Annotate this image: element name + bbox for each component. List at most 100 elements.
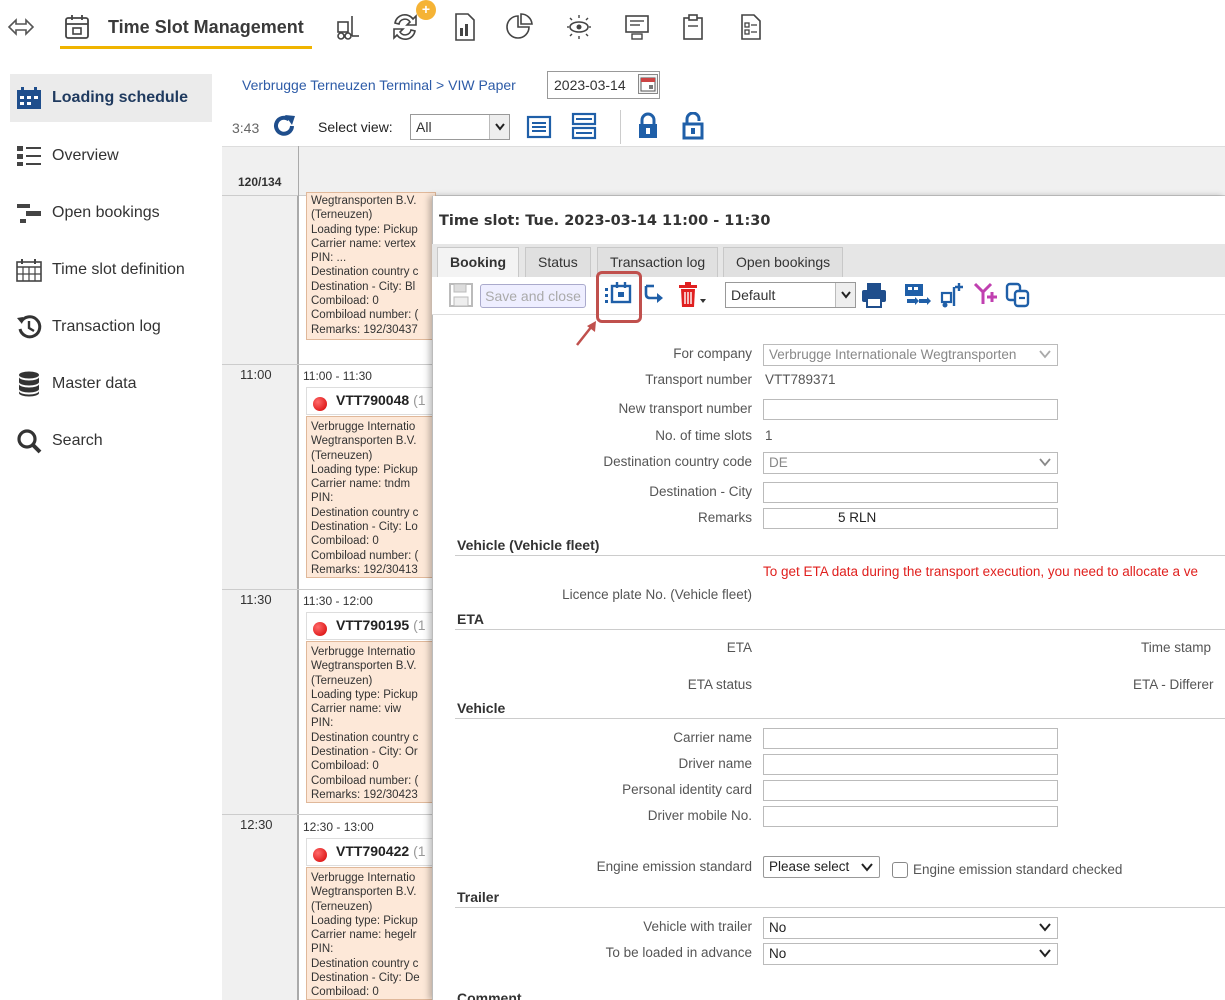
dispatch-icon[interactable]: [903, 281, 931, 309]
sidebar-item-transaction-log[interactable]: Transaction log: [10, 303, 212, 351]
for-company-label: For company: [673, 346, 752, 361]
forklift-add-icon[interactable]: [938, 281, 966, 309]
card-line: Carrier name: tndm: [311, 478, 411, 491]
time-label: 11:00: [240, 367, 272, 382]
sidebar-item-master-data[interactable]: Master data: [10, 360, 212, 408]
toolbar-divider: [620, 110, 621, 144]
row-divider: [222, 814, 432, 815]
engine-emission-label: Engine emission standard: [596, 859, 752, 874]
eta-section-title: ETA: [457, 611, 484, 627]
sidebar-item-open-bookings[interactable]: Open bookings: [10, 189, 212, 237]
forklift-icon[interactable]: [330, 10, 364, 44]
new-transport-number-label: New transport number: [618, 401, 752, 416]
list-icon: [14, 141, 44, 171]
card-line: PIN:: [311, 943, 334, 956]
delete-icon[interactable]: [676, 281, 708, 309]
chevron-down-icon: [1039, 947, 1051, 959]
copy-link-icon[interactable]: [1004, 281, 1032, 309]
sidebar-item-label: Time slot definition: [52, 261, 185, 278]
personal-id-card-input[interactable]: [763, 780, 1058, 801]
card-line: Destination - City: Bl: [311, 280, 416, 293]
loaded-in-advance-value: No: [769, 946, 787, 961]
eta-label: ETA: [726, 640, 752, 655]
destination-city-input[interactable]: [763, 482, 1058, 503]
card-line: Destination - City: Or: [311, 746, 418, 759]
carrier-name-input[interactable]: [763, 728, 1058, 749]
row-divider: [222, 364, 432, 365]
vehicle-with-trailer-value: No: [769, 920, 787, 935]
sidebar-item-loading-schedule[interactable]: Loading schedule: [10, 74, 212, 122]
unlock-icon[interactable]: [681, 112, 705, 140]
lock-icon[interactable]: [636, 112, 660, 140]
print-icon[interactable]: [860, 281, 888, 309]
booking-id[interactable]: VTT790048 (1: [336, 392, 426, 408]
refresh-icon[interactable]: [270, 112, 298, 140]
card-line: Wegtransporten B.V.: [311, 195, 417, 207]
booking-id[interactable]: VTT790422 (1: [336, 843, 426, 859]
engine-emission-select[interactable]: Please select: [763, 856, 880, 878]
card-line: Combiload: 0: [311, 535, 379, 548]
highlight-box: [596, 271, 642, 323]
sidebar-item-label: Overview: [52, 147, 119, 164]
driver-name-input[interactable]: [763, 754, 1058, 775]
loaded-in-advance-select[interactable]: No: [763, 943, 1058, 965]
breadcrumb[interactable]: Verbrugge Terneuzen Terminal > VIW Paper: [242, 77, 516, 93]
tab-open-bookings[interactable]: Open bookings: [723, 247, 844, 277]
card-line: Loading type: Pickup: [311, 914, 418, 927]
eta-warning-text: To get ETA data during the transport exe…: [763, 564, 1199, 579]
new-transport-number-input[interactable]: [763, 399, 1058, 420]
document-list-icon[interactable]: [734, 10, 768, 44]
driver-mobile-input[interactable]: [763, 806, 1058, 827]
save-and-close-button[interactable]: Save and close: [480, 284, 586, 308]
pie-chart-icon[interactable]: [502, 10, 536, 44]
monitor-eye-icon[interactable]: [562, 10, 596, 44]
status-dot-icon: [313, 848, 327, 862]
emission-checked-checkbox[interactable]: [892, 862, 908, 878]
card-line: (Terneuzen): [311, 209, 373, 222]
booking-id[interactable]: VTT790195 (1: [336, 617, 426, 633]
row-divider: [222, 589, 432, 590]
transport-number-value: VTT789371: [765, 372, 836, 387]
card-line: Carrier name: hegelr: [311, 929, 417, 942]
save-icon[interactable]: [448, 282, 474, 308]
slot-range[interactable]: 12:30 - 13:00: [303, 820, 374, 834]
history-icon: [14, 312, 44, 342]
clipboard-icon[interactable]: [676, 10, 710, 44]
refresh-timer: 3:43: [232, 120, 260, 136]
layout-select-value: Default: [731, 287, 776, 303]
calendar-picker-icon[interactable]: [638, 74, 658, 94]
chevron-down-icon: [489, 115, 509, 139]
select-view-label: Select view:: [318, 119, 393, 135]
tab-status[interactable]: Status: [525, 247, 591, 277]
vehicle-with-trailer-select[interactable]: No: [763, 917, 1058, 939]
merge-add-icon[interactable]: [972, 280, 1000, 308]
swap-arrows-icon[interactable]: [4, 10, 38, 44]
split-view-icon[interactable]: [570, 111, 598, 141]
schedule-header: [222, 146, 1225, 196]
add-badge[interactable]: +: [416, 0, 436, 20]
card-line: PIN: ...: [311, 252, 347, 265]
destination-country-select[interactable]: DE: [763, 452, 1058, 474]
card-line: Combiload: 0: [311, 295, 379, 308]
move-booking-icon[interactable]: [642, 282, 666, 308]
app-title[interactable]: Time Slot Management: [108, 17, 304, 38]
slot-range[interactable]: 11:00 - 11:30: [303, 369, 372, 383]
sidebar-item-overview[interactable]: Overview: [10, 132, 212, 180]
tab-booking[interactable]: Booking: [437, 247, 519, 277]
status-dot-icon: [313, 397, 327, 411]
report-icon[interactable]: [448, 10, 482, 44]
for-company-select[interactable]: Verbrugge Internationale Wegtransporten: [763, 344, 1058, 366]
card-line: Combiload: 0: [311, 760, 379, 773]
terminal-screen-icon[interactable]: [620, 10, 654, 44]
booking-id-text: VTT790422: [336, 843, 410, 859]
list-view-icon[interactable]: [526, 114, 552, 140]
card-line: Carrier name: vertex: [311, 237, 416, 250]
select-view-dropdown[interactable]: All: [410, 114, 510, 140]
sidebar-item-search[interactable]: Search: [10, 417, 212, 465]
sidebar-item-time-slot-definition[interactable]: Time slot definition: [10, 246, 212, 294]
time-slot-dialog: [432, 196, 1225, 1000]
remarks-input[interactable]: 5 RLN: [763, 508, 1058, 529]
layout-select[interactable]: Default: [725, 282, 856, 308]
slot-range[interactable]: 11:30 - 12:00: [303, 594, 373, 608]
booking-count: (1: [413, 392, 426, 408]
